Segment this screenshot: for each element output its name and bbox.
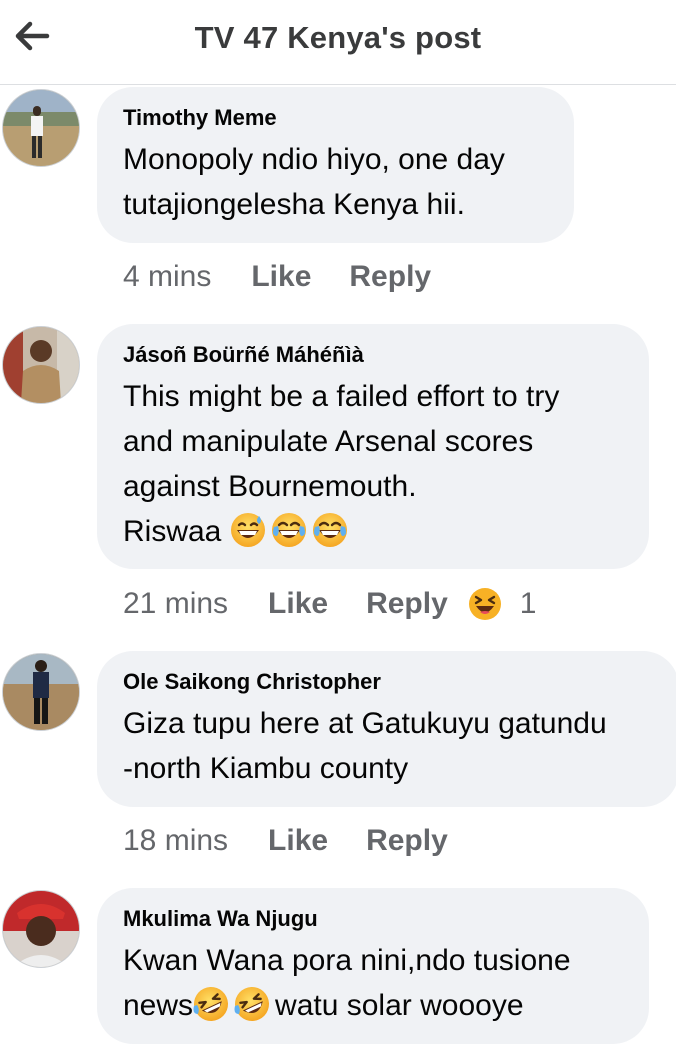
comment-text-line: and manipulate Arsenal scores <box>123 425 534 458</box>
comment-text-line: news watu solar woooye <box>123 983 623 1028</box>
avatar[interactable] <box>2 326 80 404</box>
page-title: TV 47 Kenya's post <box>194 20 482 55</box>
haha-reaction-icon <box>468 587 502 621</box>
reply-button[interactable]: Reply <box>349 260 431 294</box>
comment-text-line: Riswaa <box>123 509 623 554</box>
reaction-summary[interactable]: 1 <box>468 587 537 621</box>
avatar[interactable] <box>2 653 80 731</box>
tears-of-joy-emoji <box>271 512 307 548</box>
avatar[interactable] <box>2 89 80 167</box>
tears-of-joy-emoji <box>312 512 348 548</box>
reply-button[interactable]: Reply <box>366 587 448 621</box>
comment-text-line: against Bournemouth. <box>123 470 417 503</box>
comment-author[interactable]: Ole Saikong Christopher <box>123 669 653 695</box>
comment-bubble[interactable]: Jásoñ Boürñé Máhéñìà This might be a fai… <box>97 324 649 569</box>
top-bar: TV 47 Kenya's post <box>0 0 676 85</box>
like-button[interactable]: Like <box>251 260 311 294</box>
comment-text-word: watu solar woooye <box>275 989 524 1022</box>
comment-bubble[interactable]: Mkulima Wa Njugu Kwan Wana pora nini,ndo… <box>97 888 649 1044</box>
like-button[interactable]: Like <box>268 824 328 858</box>
comment-text-line: Giza tupu here at Gatukuyu gatundu <box>123 707 607 740</box>
comment-author[interactable]: Jásoñ Boürñé Máhéñìà <box>123 342 623 368</box>
comment-text-line: This might be a failed effort to try <box>123 380 560 413</box>
reply-button[interactable]: Reply <box>366 824 448 858</box>
comment-bubble[interactable]: Ole Saikong Christopher Giza tupu here a… <box>97 651 676 807</box>
comment-text-line: -north Kiambu county <box>123 752 409 785</box>
comment-text-line: Kwan Wana pora nini,ndo tusione <box>123 944 571 977</box>
like-button[interactable]: Like <box>268 587 328 621</box>
comment-author[interactable]: Timothy Meme <box>123 105 548 131</box>
rolling-laughing-emoji <box>234 986 270 1022</box>
comment-timestamp: 18 mins <box>123 824 229 857</box>
comment-author[interactable]: Mkulima Wa Njugu <box>123 906 623 932</box>
avatar[interactable] <box>2 890 80 968</box>
comment-text-word: Riswaa <box>123 515 222 548</box>
grinning-sweat-emoji <box>230 512 266 548</box>
reaction-count: 1 <box>519 587 537 620</box>
comment-timestamp: 21 mins <box>123 587 229 620</box>
comment-timestamp: 4 mins <box>123 260 212 293</box>
comment-bubble[interactable]: Timothy Meme Monopoly ndio hiyo, one day… <box>97 87 574 243</box>
comment-text-line: tutajiongelesha Kenya hii. <box>123 188 465 221</box>
comment-text-line: Monopoly ndio hiyo, one day <box>123 143 505 176</box>
comment-text-word: news <box>123 989 194 1022</box>
rolling-laughing-emoji <box>193 986 229 1022</box>
